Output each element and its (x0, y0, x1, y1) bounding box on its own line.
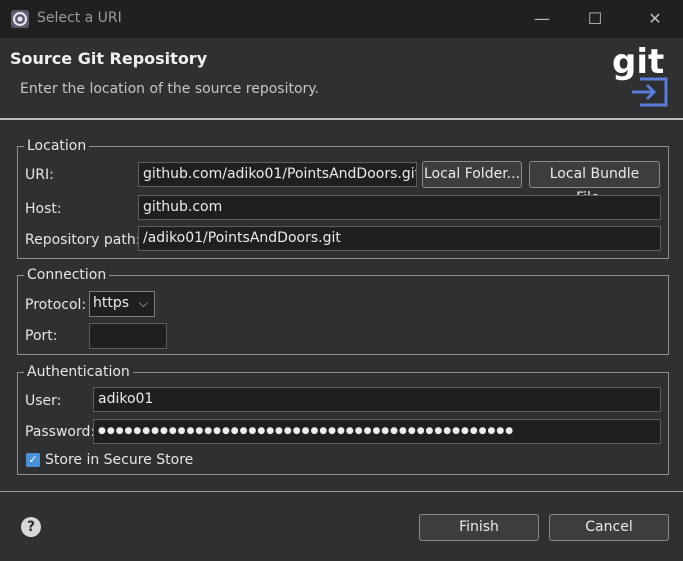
maximize-button[interactable]: ☐ (580, 4, 610, 34)
minimize-button[interactable]: — (527, 4, 557, 34)
wizard-content: Location URI: github.com/adiko01/PointsA… (0, 120, 683, 491)
uri-input[interactable]: github.com/adiko01/PointsAndDoors.git (138, 162, 417, 187)
git-logo-text: git (612, 43, 664, 82)
password-label: Password: (25, 424, 96, 440)
eclipse-app-icon (11, 10, 29, 28)
host-input[interactable]: github.com (138, 195, 661, 220)
protocol-label: Protocol: (25, 297, 87, 313)
uri-label: URI: (25, 167, 54, 183)
port-label: Port: (25, 328, 58, 344)
protocol-select[interactable]: https ⌵ (89, 291, 155, 317)
chevron-down-icon: ⌵ (138, 296, 148, 310)
help-icon[interactable]: ? (21, 517, 41, 537)
finish-button[interactable]: Finish (419, 514, 539, 541)
authentication-legend: Authentication (24, 363, 133, 381)
window-title: Select a URI (37, 10, 122, 26)
password-input[interactable]: ●●●●●●●●●●●●●●●●●●●●●●●●●●●●●●●●●●●●●●●●… (93, 419, 661, 444)
port-input[interactable] (89, 323, 167, 349)
cancel-button[interactable]: Cancel (549, 514, 669, 541)
close-button[interactable]: ✕ (640, 4, 670, 34)
store-secure-label[interactable]: Store in Secure Store (45, 452, 193, 468)
title-bar: Select a URI — ☐ ✕ (0, 0, 683, 39)
host-label: Host: (25, 201, 62, 217)
git-logo-icon: git (612, 43, 668, 107)
local-folder-button[interactable]: Local Folder... (422, 161, 522, 188)
repository-path-label: Repository path: (25, 232, 141, 248)
page-description: Enter the location of the source reposit… (20, 81, 320, 97)
user-input[interactable]: adiko01 (93, 387, 661, 412)
page-title: Source Git Repository (10, 49, 208, 68)
connection-legend: Connection (24, 266, 110, 284)
wizard-banner: Source Git Repository Enter the location… (0, 38, 683, 118)
protocol-select-value: https (93, 295, 130, 311)
location-legend: Location (24, 137, 90, 155)
store-secure-checkbox[interactable]: ✓ (26, 453, 40, 467)
repository-path-input[interactable]: /adiko01/PointsAndDoors.git (138, 226, 661, 251)
local-bundle-file-button[interactable]: Local Bundle File... (529, 161, 660, 206)
user-label: User: (25, 393, 62, 409)
